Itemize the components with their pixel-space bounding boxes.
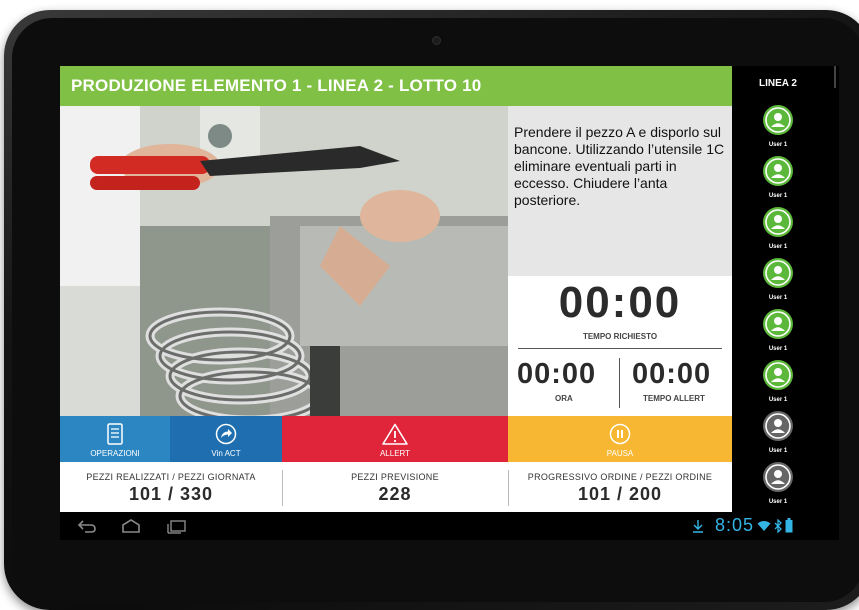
battery-icon	[785, 518, 793, 533]
user-item[interactable]: User 1	[760, 257, 796, 301]
required-time-value: 00:00	[558, 278, 682, 327]
allert-time-value: 00:00	[632, 358, 712, 390]
share-arrow-icon	[215, 423, 237, 445]
recent-apps-icon[interactable]	[166, 518, 188, 534]
user-name: User 1	[768, 448, 788, 454]
document-list-icon	[107, 423, 123, 445]
timer-vertical-divider	[619, 358, 620, 408]
ora-time-value: 00:00	[517, 358, 597, 390]
pause-icon	[609, 423, 631, 445]
back-icon[interactable]	[76, 518, 98, 534]
stat-value: 228	[378, 484, 412, 504]
user-avatar-icon	[763, 207, 793, 237]
user-name: User 1	[768, 193, 788, 199]
user-item[interactable]: User 1	[760, 461, 796, 505]
pausa-label: PAUSA	[606, 449, 634, 458]
warning-icon	[382, 423, 408, 445]
vin-act-label: Vin ACT	[211, 449, 241, 458]
production-stats: PEZZI REALIZZATI / PEZZI GIORNATA 101 / …	[60, 462, 732, 512]
stat-value: 101 / 200	[577, 484, 663, 504]
home-icon[interactable]	[120, 518, 142, 534]
user-name: User 1	[768, 397, 788, 403]
operazioni-button[interactable]: OPERAZIONI	[60, 416, 170, 462]
wifi-icon	[757, 521, 771, 531]
instruction-text: Prendere il pezzo A e disporlo sul banco…	[514, 124, 725, 208]
user-avatar-icon	[763, 105, 793, 135]
line-title: LINEA 2	[759, 78, 797, 89]
user-item[interactable]: User 1	[760, 410, 796, 454]
user-item[interactable]: User 1	[760, 359, 796, 403]
stat-value: 101 / 330	[128, 484, 214, 504]
operazioni-label: OPERAZIONI	[90, 449, 140, 458]
pausa-button[interactable]: PAUSA	[508, 416, 732, 462]
download-icon	[693, 520, 703, 533]
bluetooth-icon	[774, 519, 782, 533]
user-avatar-icon	[763, 309, 793, 339]
user-item[interactable]: User 1	[760, 206, 796, 250]
video-frame-illustration	[60, 106, 508, 416]
stat-pezzi-realizzati: PEZZI REALIZZATI / PEZZI GIORNATA 101 / …	[60, 462, 282, 512]
stat-pezzi-previsione: PEZZI PREVISIONE 228	[282, 462, 508, 512]
page-title: PRODUZIONE ELEMENTO 1 - LINEA 2 - LOTTO …	[60, 66, 732, 106]
user-avatar-icon	[763, 156, 793, 186]
allert-button[interactable]: ALLERT	[282, 416, 508, 462]
ora-time-label: ORA	[555, 394, 573, 403]
instruction-video[interactable]	[60, 106, 508, 416]
operators-sidebar: LINEA 2 User 1 User 1 User 1 User 1 User 1 Us…	[732, 66, 839, 512]
user-avatar-icon	[763, 411, 793, 441]
user-name: User 1	[768, 295, 788, 301]
user-avatar-icon	[763, 360, 793, 390]
status-clock: 8:05	[715, 515, 755, 535]
timer-divider	[518, 348, 722, 349]
timer-panel: 00:00 TEMPO RICHIESTO 00:00 ORA 00:00 TE…	[508, 276, 732, 416]
user-item[interactable]: User 1	[760, 104, 796, 148]
user-name: User 1	[768, 142, 788, 148]
allert-label: ALLERT	[379, 449, 411, 458]
vin-act-button[interactable]: Vin ACT	[170, 416, 282, 462]
user-name: User 1	[768, 244, 788, 250]
user-item[interactable]: User 1	[760, 308, 796, 352]
android-navigation-bar: 8:05	[60, 512, 839, 540]
front-camera	[432, 36, 441, 45]
instruction-panel: Prendere il pezzo A e disporlo sul banco…	[508, 106, 732, 276]
required-time-label: TEMPO RICHIESTO	[582, 332, 658, 341]
user-item[interactable]: User 1	[760, 155, 796, 199]
tablet-screen: PRODUZIONE ELEMENTO 1 - LINEA 2 - LOTTO …	[60, 66, 839, 540]
allert-time-label: TEMPO ALLERT	[643, 394, 705, 403]
user-name: User 1	[768, 499, 788, 505]
user-avatar-icon	[763, 462, 793, 492]
user-name: User 1	[768, 346, 788, 352]
stat-label: PEZZI REALIZZATI / PEZZI GIORNATA	[86, 472, 256, 482]
stat-label: PEZZI PREVISIONE	[351, 472, 439, 482]
main-panel: PRODUZIONE ELEMENTO 1 - LINEA 2 - LOTTO …	[60, 66, 732, 512]
user-avatar-icon	[763, 258, 793, 288]
stat-progressivo-ordine: PROGRESSIVO ORDINE / PEZZI ORDINE 101 / …	[508, 462, 732, 512]
stat-label: PROGRESSIVO ORDINE / PEZZI ORDINE	[527, 472, 713, 482]
scrollbar[interactable]	[834, 66, 836, 88]
